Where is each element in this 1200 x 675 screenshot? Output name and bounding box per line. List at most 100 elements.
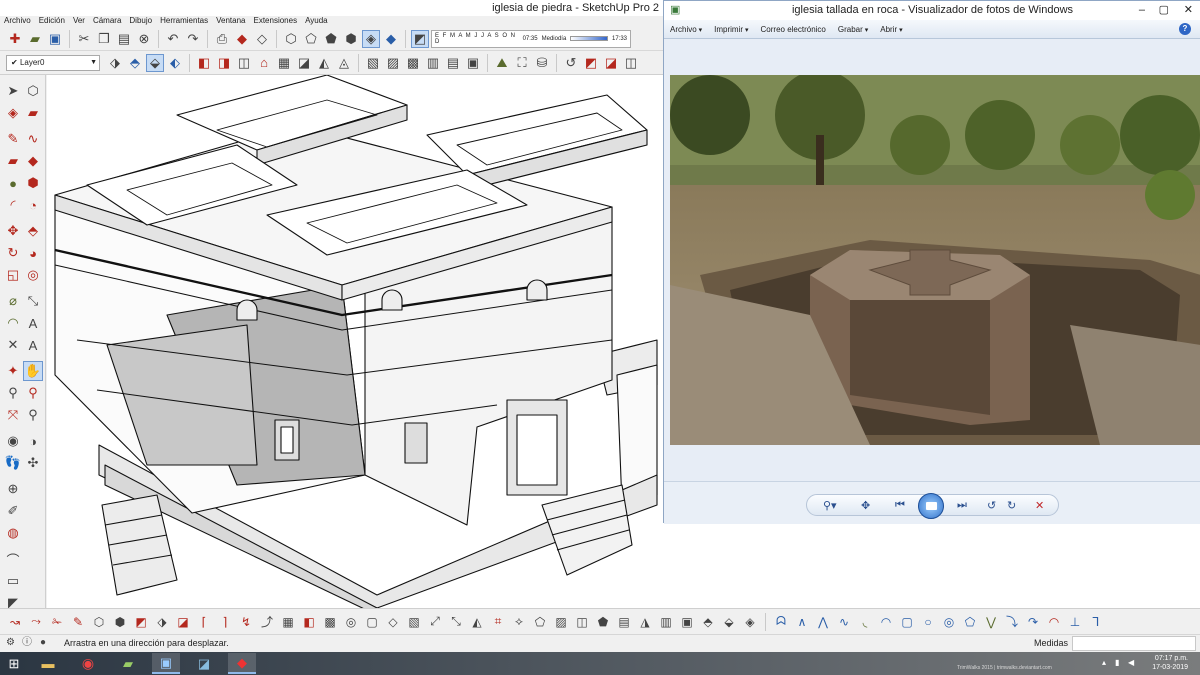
make-component-icon[interactable]: ⬡ [23, 81, 43, 101]
user-status-icon[interactable]: ● [40, 637, 52, 649]
app-icon[interactable]: ▰ [114, 653, 142, 674]
network-icon[interactable]: ▮ [1115, 658, 1119, 667]
new-file-icon[interactable]: ✚ [6, 30, 24, 48]
measurements-input[interactable] [1072, 636, 1196, 651]
stamp-icon[interactable]: ◪ [295, 54, 313, 72]
ext-tool-icon[interactable]: ⤡ [447, 613, 465, 631]
ext-tool-icon[interactable]: ⤳ [27, 613, 45, 631]
select-arrow-icon[interactable]: ➤ [3, 81, 23, 101]
scale-icon[interactable]: ◱ [3, 265, 23, 285]
curve-tool-icon[interactable]: ∿ [835, 613, 853, 631]
ext-tool-icon[interactable]: ▢ [363, 613, 381, 631]
actual-size-icon[interactable]: ✥ [861, 499, 870, 512]
curve-tool-icon[interactable]: ⬠ [961, 613, 979, 631]
file-explorer-icon[interactable]: ▬ [34, 653, 62, 674]
rotated-rectangle-icon[interactable]: ◆ [23, 151, 43, 171]
component-icon[interactable]: ◇ [253, 30, 271, 48]
ext-tool-icon[interactable]: ⌗ [489, 613, 507, 631]
undo-icon[interactable]: ↶ [164, 30, 182, 48]
menu-archivo[interactable]: Archivo [0, 16, 35, 26]
iso-view-icon[interactable]: ⬗ [106, 54, 124, 72]
push-pull-icon[interactable]: ⬘ [23, 221, 43, 241]
ext-tool-icon[interactable]: ⬡ [90, 613, 108, 631]
slideshow-button[interactable] [918, 493, 944, 519]
curve-tool-icon[interactable]: ⋁ [982, 613, 1000, 631]
help-icon[interactable]: ? [1179, 23, 1191, 35]
axes-icon[interactable]: ✕ [3, 335, 23, 355]
ext-tool-icon[interactable]: ▤ [615, 613, 633, 631]
shaded-textures-style-icon[interactable]: ◈ [362, 29, 380, 48]
ext-tool-icon[interactable]: ◧ [300, 613, 318, 631]
delete-icon[interactable]: ✕ [1035, 499, 1044, 512]
curve-tool-icon[interactable]: ◎ [940, 613, 958, 631]
ext-tool-icon[interactable]: ✎ [69, 613, 87, 631]
protractor-alt-icon[interactable]: ◍ [3, 523, 23, 543]
rectangle-icon[interactable]: ▰ [3, 151, 23, 171]
curve-tool-icon[interactable]: ◟ [856, 613, 874, 631]
ext-tool-icon[interactable]: ◎ [342, 613, 360, 631]
viewer-menu-archivo[interactable]: Archivo [670, 25, 702, 34]
section-cut-icon[interactable]: ◪ [602, 54, 620, 72]
ext-tool-icon[interactable]: ◭ [468, 613, 486, 631]
section-plane-icon[interactable]: ◩ [582, 54, 600, 72]
orbit-icon[interactable]: ✦ [3, 361, 23, 381]
ext-tool-icon[interactable]: ⬢ [111, 613, 129, 631]
wireframe-style-icon[interactable]: ⬠ [302, 30, 320, 48]
volume-icon[interactable]: ◀ [1128, 658, 1134, 667]
house-icon[interactable]: ⌂ [255, 54, 273, 72]
ext-tool-icon[interactable]: ⬟ [594, 613, 612, 631]
clock[interactable]: 07:17 p.m. 17-03-2019 [1152, 654, 1188, 672]
ext-tool-icon[interactable]: ⬠ [531, 613, 549, 631]
solid-outer-shell-icon[interactable]: ▧ [364, 54, 382, 72]
menu-herramientas[interactable]: Herramientas [156, 16, 212, 26]
ext-tool-icon[interactable]: ▥ [657, 613, 675, 631]
paste-icon[interactable]: ▤ [115, 30, 133, 48]
menu-dibujo[interactable]: Dibujo [125, 16, 156, 26]
curve-tool-icon[interactable]: ⊥ [1066, 613, 1084, 631]
solid-intersect-icon[interactable]: ▨ [384, 54, 402, 72]
stamp-tool-icon[interactable]: ▭ [3, 571, 23, 591]
section-display-icon[interactable]: ◫ [622, 54, 640, 72]
save-icon[interactable]: ▣ [46, 30, 64, 48]
line-pencil-icon[interactable]: ✎ [3, 129, 23, 149]
curve-tool-icon[interactable]: ↷ [1024, 613, 1042, 631]
tape-measure-icon[interactable]: ⌀ [3, 291, 23, 311]
section-plane-tool-icon[interactable]: ⊕ [3, 479, 23, 499]
menu-extensiones[interactable]: Extensiones [249, 16, 301, 26]
rotate-left-icon[interactable]: ↺ [987, 499, 996, 512]
box-icon[interactable]: ◫ [235, 54, 253, 72]
ext-tool-icon[interactable]: ▦ [279, 613, 297, 631]
ext-tool-icon[interactable]: ◫ [573, 613, 591, 631]
protractor-icon[interactable]: ◠ [3, 313, 23, 333]
solid-union-icon[interactable]: ▩ [404, 54, 422, 72]
circle-icon[interactable]: ● [3, 173, 23, 193]
ext-tool-icon[interactable]: ⤴ [258, 613, 276, 631]
dimension-icon[interactable]: ⤡ [23, 291, 43, 311]
menu-camara[interactable]: Cámara [89, 16, 125, 26]
erase-icon[interactable]: ⊗ [135, 30, 153, 48]
ext-tool-icon[interactable]: ◪ [174, 613, 192, 631]
top-view-icon[interactable]: ⬘ [126, 54, 144, 72]
model-info-icon[interactable]: ◆ [233, 30, 251, 48]
walk-alt-icon[interactable]: ✣ [23, 453, 43, 473]
front-view-icon[interactable]: ⬙ [146, 53, 164, 72]
zoom-extents-icon[interactable]: ⤧ [3, 405, 23, 425]
print-icon[interactable]: ⎙ [213, 30, 231, 48]
curve-tool-icon[interactable]: ᗣ [772, 613, 790, 631]
ext-tool-icon[interactable]: ⟡ [510, 613, 528, 631]
app-icon[interactable]: ◪ [190, 653, 218, 674]
zoom-icon[interactable]: ⚲ [3, 383, 23, 403]
rotate-icon[interactable]: ↻ [3, 243, 23, 263]
right-view-icon[interactable]: ⬖ [166, 54, 184, 72]
smoove-icon[interactable]: ⌒ [3, 549, 23, 569]
solid-split-icon[interactable]: ▣ [464, 54, 482, 72]
ext-tool-icon[interactable]: ↯ [237, 613, 255, 631]
previous-icon[interactable]: ⏮ [895, 499, 905, 512]
curve-tool-icon[interactable]: ○ [919, 613, 937, 631]
flip-edge-icon[interactable]: ◬ [335, 54, 353, 72]
terrain-icon[interactable]: ◨ [215, 54, 233, 72]
ext-tool-icon[interactable]: ▣ [678, 613, 696, 631]
drawing-canvas[interactable] [47, 75, 663, 608]
ext-tool-icon[interactable]: ▩ [321, 613, 339, 631]
curve-tool-icon[interactable]: ⤵ [1003, 613, 1021, 631]
